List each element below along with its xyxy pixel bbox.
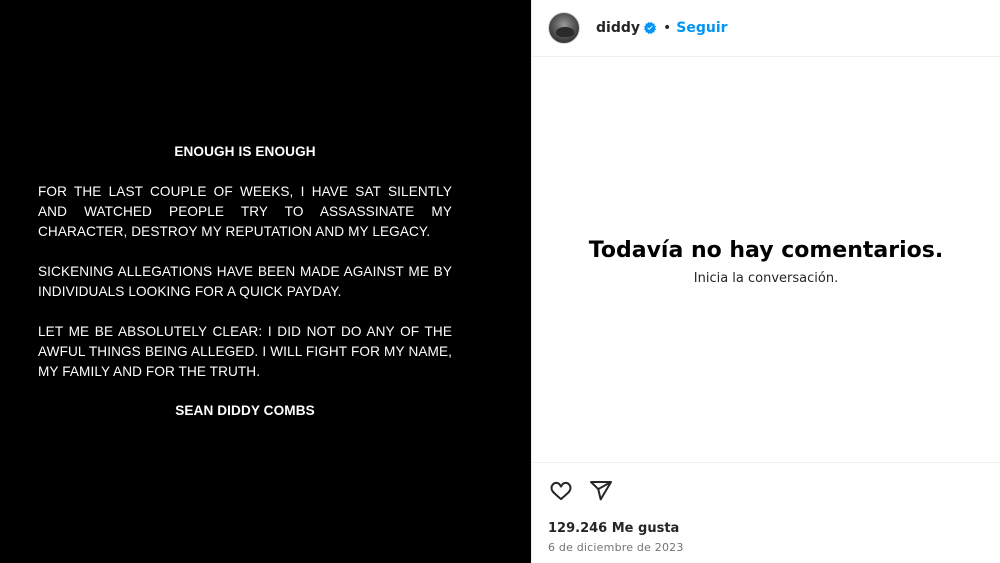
statement-headline: ENOUGH IS ENOUGH (174, 144, 316, 159)
instagram-post-view: ENOUGH IS ENOUGH FOR THE LAST COUPLE OF … (0, 0, 1000, 563)
statement-text: ENOUGH IS ENOUGH FOR THE LAST COUPLE OF … (38, 142, 452, 421)
share-icon[interactable] (588, 478, 614, 504)
heart-icon[interactable] (548, 478, 574, 504)
empty-comments-title: Todavía no hay comentarios. (588, 238, 944, 263)
post-header: diddy • Seguir (532, 0, 1000, 57)
verified-badge-icon (644, 22, 656, 34)
empty-comments-subtitle: Inicia la conversación. (693, 271, 839, 286)
profile-avatar[interactable] (548, 12, 580, 44)
statement-paragraph-2: SICKENING ALLEGATIONS HAVE BEEN MADE AGA… (38, 264, 452, 299)
post-date[interactable]: 6 de diciembre de 2023 (548, 541, 1000, 554)
follow-button[interactable]: Seguir (676, 20, 727, 36)
comments-empty-state: Todavía no hay comentarios. Inicia la co… (532, 58, 1000, 462)
statement-paragraph-1: FOR THE LAST COUPLE OF WEEKS, I HAVE SAT… (38, 184, 452, 239)
statement-signature: SEAN DIDDY COMBS (175, 403, 315, 418)
statement-paragraph-3: LET ME BE ABSOLUTELY CLEAR: I DID NOT DO… (38, 324, 452, 379)
post-actions-section: 129.246 Me gusta 6 de diciembre de 2023 (532, 462, 1000, 563)
action-bar (532, 463, 1000, 504)
post-image[interactable]: ENOUGH IS ENOUGH FOR THE LAST COUPLE OF … (0, 0, 531, 563)
username-link[interactable]: diddy (596, 20, 640, 36)
likes-count[interactable]: 129.246 Me gusta (548, 521, 1000, 536)
header-separator: • (663, 20, 672, 36)
post-side-panel: diddy • Seguir Todavía no hay comentario… (531, 0, 1000, 563)
